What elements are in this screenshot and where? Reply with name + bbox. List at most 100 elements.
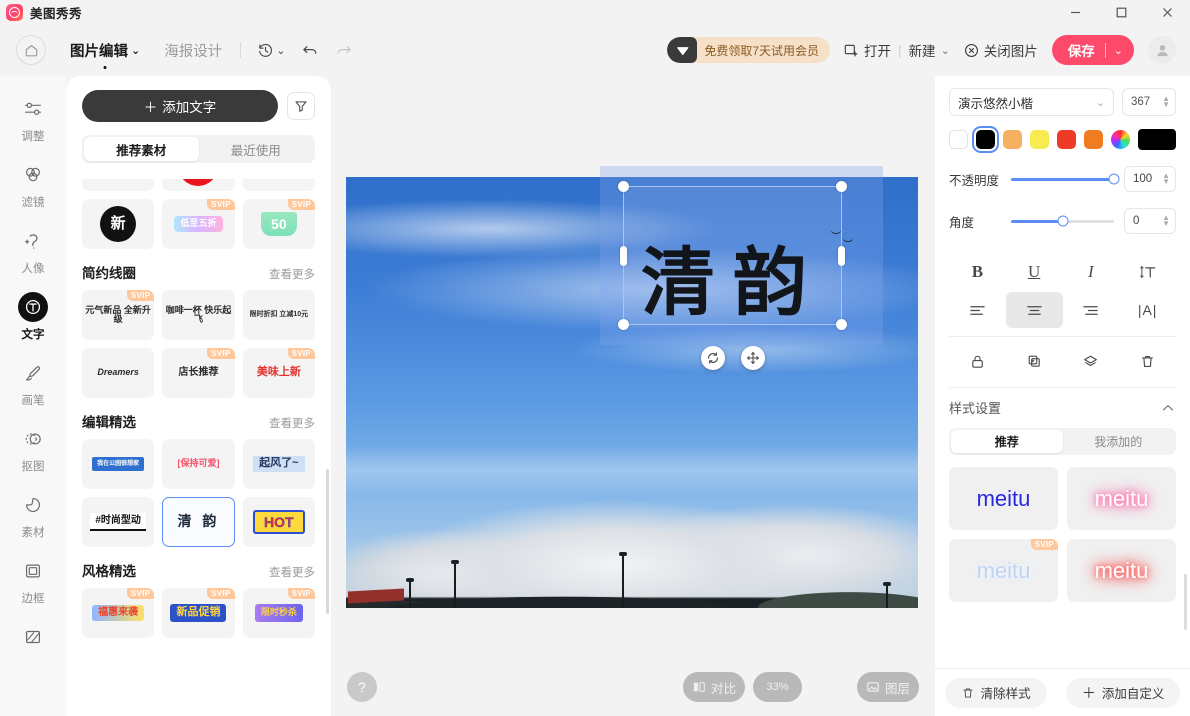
vertical-text-button[interactable] [1119, 254, 1176, 290]
current-color-preview[interactable] [1138, 129, 1176, 150]
opacity-stepper[interactable]: 100 ▲ ▼ [1124, 166, 1176, 192]
color-wheel-icon[interactable] [1111, 130, 1130, 149]
material-cell[interactable]: SVIP 50 [242, 199, 315, 249]
spinner-icon[interactable]: ▲ ▼ [1162, 94, 1170, 107]
color-swatch-tan[interactable] [1003, 130, 1022, 149]
material-scroll-area[interactable]: 销 HOT 狂欢 新 SVIP 低至五折 [66, 179, 331, 716]
add-custom-style-button[interactable]: ＋ 添加自定义 [1065, 677, 1181, 708]
resize-handle-tr[interactable] [836, 181, 847, 192]
rotate-handle-button[interactable] [701, 346, 725, 370]
material-cell[interactable]: HOT [162, 179, 235, 191]
material-cell[interactable]: Dreamers [82, 348, 155, 398]
chevron-up-icon[interactable] [1160, 400, 1176, 416]
material-cell[interactable]: 限时折扣 立减10元 [242, 290, 315, 340]
bold-button[interactable]: B [949, 254, 1006, 290]
open-button[interactable]: 打开 [864, 40, 891, 60]
layers-button[interactable]: 图层 [857, 672, 919, 702]
sidebar-item-brush[interactable]: 画笔 [5, 358, 61, 408]
material-cell[interactable]: SVIP 元气新品 全新升级 [82, 290, 155, 340]
letter-spacing-button[interactable]: |A| [1119, 292, 1176, 328]
sidebar-item-adjust[interactable]: 调整 [5, 94, 61, 144]
material-cell[interactable]: SVIP 低至五折 [162, 199, 235, 249]
layer-order-button[interactable] [1063, 343, 1120, 379]
material-cell[interactable]: HOT [242, 497, 315, 547]
lock-layer-button[interactable] [949, 343, 1006, 379]
material-cell[interactable]: 我在公园很想家 [82, 439, 155, 489]
material-cell[interactable]: SVIP 店长推荐 [162, 348, 235, 398]
style-scrollbar[interactable] [1184, 574, 1187, 630]
save-button[interactable]: 保存 ⌄ [1051, 35, 1134, 65]
zoom-level-button[interactable]: 33% [753, 672, 802, 702]
close-window-button[interactable] [1144, 0, 1190, 24]
material-cell[interactable]: 新 [82, 199, 155, 249]
chevron-down-icon[interactable]: ⌄ [1106, 44, 1134, 57]
menu-item-poster-design[interactable]: 海报设计 [164, 40, 222, 61]
tab-recommended-styles[interactable]: 推荐 [951, 430, 1063, 453]
tab-recently-used[interactable]: 最近使用 [199, 137, 314, 161]
home-button[interactable] [16, 35, 46, 65]
material-cell[interactable]: 销 [82, 179, 155, 191]
close-image-button[interactable]: 关闭图片 [964, 40, 1038, 60]
resize-handle-tl[interactable] [618, 181, 629, 192]
sidebar-item-filter[interactable]: 滤镜 [5, 160, 61, 210]
panel-scrollbar[interactable] [326, 469, 329, 614]
sidebar-item-text[interactable]: 文字 [5, 292, 61, 342]
sidebar-item-frame[interactable]: 边框 [5, 556, 61, 606]
material-cell-selected[interactable]: 清 韵 [162, 497, 235, 547]
align-right-button[interactable] [1063, 292, 1120, 328]
avatar[interactable] [1148, 36, 1176, 64]
duplicate-layer-button[interactable] [1006, 343, 1063, 379]
style-preset-cell[interactable]: SVIP meitu [949, 539, 1058, 602]
material-cell[interactable]: SVIP 美味上新 [242, 348, 315, 398]
new-button[interactable]: 新建 [909, 40, 936, 60]
menu-item-image-edit[interactable]: 图片编辑 ⌄ [70, 40, 140, 69]
align-left-button[interactable] [949, 292, 1006, 328]
undo-button[interactable] [301, 41, 319, 59]
vip-trial-banner[interactable]: 免费领取7天试用会员 [667, 37, 831, 63]
see-more-link[interactable]: 查看更多 [269, 266, 315, 282]
material-cell[interactable]: #时尚型动 [82, 497, 155, 547]
sidebar-item-cutout[interactable]: 抠图 [5, 424, 61, 474]
color-swatch-yellow[interactable] [1030, 130, 1049, 149]
color-swatch-black[interactable] [972, 126, 999, 153]
material-cell[interactable]: 起风了~ [242, 439, 315, 489]
tab-recommended-materials[interactable]: 推荐素材 [84, 137, 199, 161]
angle-slider[interactable] [1011, 215, 1114, 227]
material-cell[interactable]: 咖啡一杯 快乐起飞 [162, 290, 235, 340]
material-cell[interactable]: SVIP 新品促销 [162, 588, 235, 638]
sidebar-item-material[interactable]: 素材 [5, 490, 61, 540]
italic-button[interactable]: I [1063, 254, 1120, 290]
angle-stepper[interactable]: 0 ▲ ▼ [1124, 208, 1176, 234]
help-button[interactable]: ? [347, 672, 377, 702]
color-swatch-red[interactable] [1057, 130, 1076, 149]
opacity-slider[interactable] [1011, 173, 1120, 185]
filter-button[interactable] [287, 92, 315, 120]
sidebar-item-texture[interactable] [5, 622, 61, 656]
align-center-button[interactable] [1005, 292, 1063, 328]
style-settings-header[interactable]: 样式设置 [949, 398, 1176, 417]
font-family-select[interactable]: 演示悠然小楷 ⌄ [949, 88, 1114, 116]
material-cell[interactable]: [保持可爱] [162, 439, 235, 489]
compare-button[interactable]: 对比 [683, 672, 745, 702]
material-cell[interactable]: SVIP 限时秒杀 [242, 588, 315, 638]
style-preset-cell[interactable]: meitu [1067, 539, 1176, 602]
style-preset-cell[interactable]: meitu [1067, 467, 1176, 530]
clear-style-button[interactable]: 清除样式 [944, 677, 1047, 708]
spinner-icon[interactable]: ▲ ▼ [1162, 213, 1170, 226]
redo-button[interactable] [335, 41, 353, 59]
history-button[interactable]: ⌄ [257, 42, 285, 59]
move-handle-button[interactable] [741, 346, 765, 370]
add-text-button[interactable]: ＋ 添加文字 [82, 90, 278, 122]
material-cell[interactable]: 狂欢 [242, 179, 315, 191]
minimize-button[interactable] [1052, 0, 1098, 24]
material-cell[interactable]: SVIP 福惠来袭 [82, 588, 155, 638]
color-swatch-white[interactable] [949, 130, 968, 149]
color-swatch-orange[interactable] [1084, 130, 1103, 149]
see-more-link[interactable]: 查看更多 [269, 415, 315, 431]
font-size-stepper[interactable]: 367 ▲ ▼ [1122, 88, 1176, 116]
underline-button[interactable]: U [1006, 254, 1063, 290]
style-preset-cell[interactable]: meitu [949, 467, 1058, 530]
resize-handle-left[interactable] [620, 245, 627, 266]
delete-layer-button[interactable] [1119, 343, 1176, 379]
maximize-button[interactable] [1098, 0, 1144, 24]
